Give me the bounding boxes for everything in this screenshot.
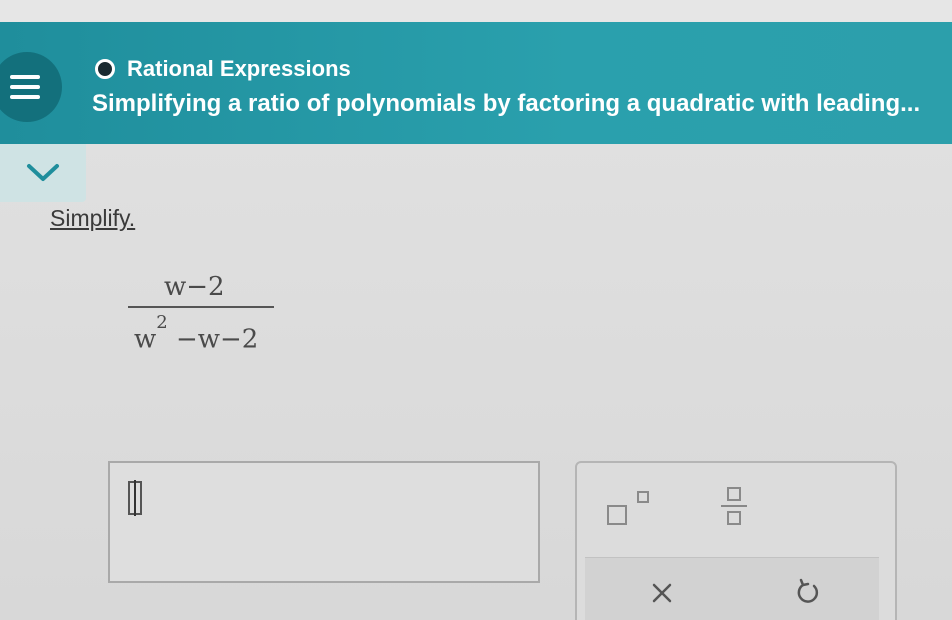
chevron-down-icon [27,164,59,181]
x-icon [652,583,672,603]
answer-input[interactable] [108,461,540,583]
rational-expression: w−2 w2 −w−2 [128,270,274,360]
fraction-bar-icon [721,505,747,507]
hamburger-icon[interactable] [0,52,62,122]
denominator-rest: −w−2 [167,324,259,355]
denominator-base: w [134,324,157,355]
exponent-key[interactable] [607,485,661,529]
fraction-bottom-icon [727,511,741,525]
page-title: Simplifying a ratio of polynomials by fa… [92,90,921,117]
top-strip [0,0,952,22]
collapse-toggle[interactable] [0,144,86,202]
exponent-base-icon [607,505,627,525]
clear-button[interactable] [647,578,677,608]
exponent-power-icon [637,491,649,503]
fraction-key[interactable] [719,485,753,533]
denominator: w2 −w−2 [134,312,259,355]
circle-bullet-icon [95,59,115,79]
undo-icon [797,578,819,603]
keypad-action-bar [585,557,879,620]
text-cursor-icon [128,480,142,516]
fraction-top-icon [727,487,741,501]
header-banner: Rational Expressions Simplifying a ratio… [0,22,952,144]
problem-prompt: Simplify. [50,205,136,231]
topic-label: Rational Expressions [127,56,351,81]
undo-button[interactable] [793,576,823,606]
topic-row: Rational Expressions [95,56,351,82]
math-keypad [575,461,897,620]
fraction-bar [128,306,274,308]
denominator-exponent: 2 [156,312,168,333]
page: Rational Expressions Simplifying a ratio… [0,0,952,620]
numerator: w−2 [164,272,225,302]
